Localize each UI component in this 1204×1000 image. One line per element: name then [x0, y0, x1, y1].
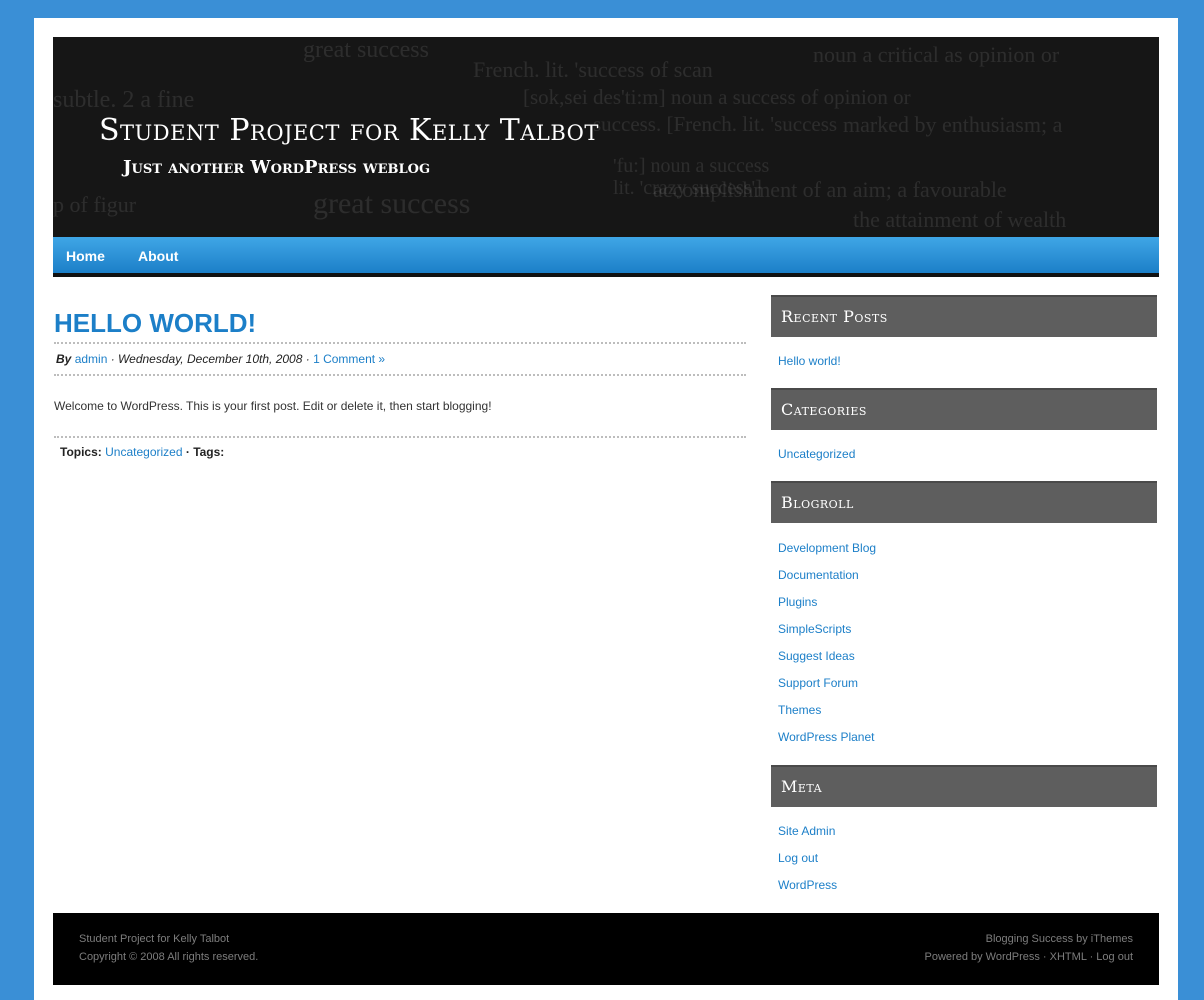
list-item[interactable]: SimpleScripts	[778, 622, 876, 649]
list-item[interactable]: Development Blog	[778, 541, 876, 568]
blogroll-list: Development Blog Documentation Plugins S…	[778, 541, 876, 757]
header-bg-text: the attainment of wealth	[853, 207, 1067, 232]
header-bg-text: French. lit. 'success of scan	[473, 57, 713, 82]
post-title[interactable]: HELLO WORLD!	[54, 308, 256, 339]
header-bg-text: subtle. 2 a fine	[53, 87, 195, 113]
header-bg-text: accomplishment of an aim; a favourable	[653, 177, 1007, 202]
list-item[interactable]: Documentation	[778, 568, 876, 595]
post-meta: By admin · Wednesday, December 10th, 200…	[56, 352, 385, 366]
nav-item-about[interactable]: About	[138, 248, 178, 264]
divider	[54, 342, 746, 344]
list-item[interactable]: Log out	[778, 851, 837, 878]
comments-link[interactable]: 1 Comment »	[313, 352, 385, 366]
header-bg-text: noun a critical as opinion or	[813, 42, 1060, 67]
footer-copyright: Copyright © 2008 All rights reserved.	[79, 951, 259, 963]
footer-theme-credit[interactable]: Blogging Success by iThemes	[925, 930, 1133, 948]
divider	[54, 436, 746, 438]
post-footer: Topics: Uncategorized · Tags:	[60, 445, 224, 459]
categories-list: Uncategorized	[778, 447, 855, 474]
header-bg-text: success. [French. lit. 'success	[593, 112, 838, 136]
header-bg-text: 'fu:] noun a success	[613, 155, 770, 177]
header-bg-text: p of figur	[53, 192, 137, 217]
header-bg-text: great success	[303, 37, 429, 63]
post-date: · Wednesday, December 10th, 2008 ·	[110, 352, 310, 366]
header-bg-text: [sok,sei des'ti:m] noun a success of opi…	[523, 85, 911, 109]
header-bg-text: great success	[313, 187, 471, 220]
list-item[interactable]: Uncategorized	[778, 447, 855, 474]
nav-item-home[interactable]: Home	[66, 248, 105, 264]
footer-site-name[interactable]: Student Project for Kelly Talbot	[79, 930, 258, 948]
site-footer: Student Project for Kelly Talbot Copyrig…	[53, 913, 1159, 985]
footer-powered-by[interactable]: Powered by WordPress · XHTML · Log out	[925, 948, 1133, 966]
topics-label: Topics:	[60, 445, 102, 459]
page: subtle. 2 a fine great success French. l…	[34, 18, 1178, 1000]
list-item[interactable]: Themes	[778, 703, 876, 730]
author-link[interactable]: admin	[75, 352, 108, 366]
list-item[interactable]: Hello world!	[778, 354, 841, 381]
widget-title-blogroll: Blogroll	[771, 481, 1157, 523]
site-tagline: Just another WordPress weblog	[123, 157, 431, 178]
list-item[interactable]: Site Admin	[778, 824, 837, 851]
site-header: subtle. 2 a fine great success French. l…	[53, 37, 1159, 237]
list-item[interactable]: WordPress Planet	[778, 730, 876, 757]
meta-list: Site Admin Log out WordPress	[778, 824, 837, 905]
category-link[interactable]: Uncategorized	[105, 445, 182, 459]
tags-label: · Tags:	[185, 445, 225, 459]
post-content: Welcome to WordPress. This is your first…	[54, 399, 492, 413]
widget-title-categories: Categories	[771, 388, 1157, 430]
header-bg-text: marked by enthusiasm; a	[843, 112, 1063, 137]
recent-posts-list: Hello world!	[778, 354, 841, 381]
widget-title-meta: Meta	[771, 765, 1157, 807]
list-item[interactable]: Suggest Ideas	[778, 649, 876, 676]
main-nav: Home About	[53, 237, 1159, 277]
list-item[interactable]: Support Forum	[778, 676, 876, 703]
meta-by-label: By	[56, 352, 72, 366]
footer-left: Student Project for Kelly Talbot Copyrig…	[79, 930, 258, 966]
widget-title-recent-posts: Recent Posts	[771, 295, 1157, 337]
footer-right: Blogging Success by iThemes Powered by W…	[925, 930, 1133, 966]
list-item[interactable]: Plugins	[778, 595, 876, 622]
site-title[interactable]: Student Project for Kelly Talbot	[99, 113, 599, 148]
divider	[54, 374, 746, 376]
list-item[interactable]: WordPress	[778, 878, 837, 905]
